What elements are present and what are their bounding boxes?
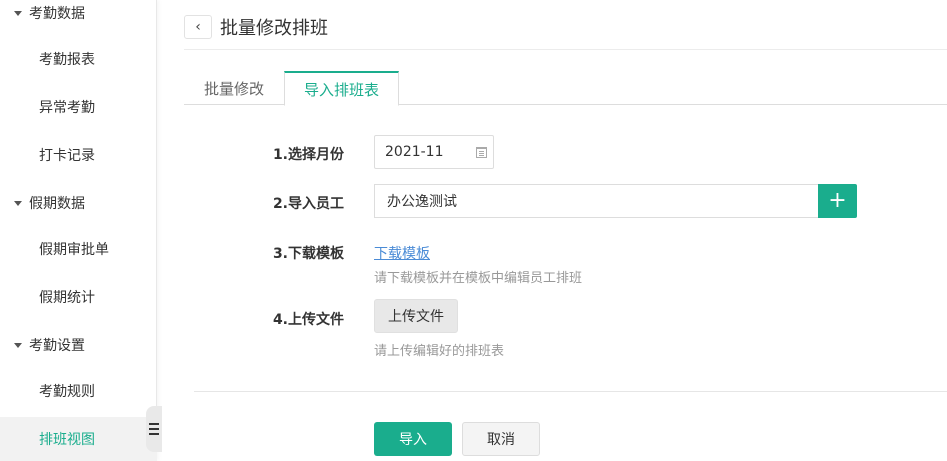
sidebar-item-label: 假期统计 [39, 290, 95, 306]
sidebar-item-attendance-report[interactable]: 考勤报表 [0, 37, 157, 81]
divider [194, 391, 947, 392]
template-label: 3.下载模板 [272, 246, 344, 262]
sidebar-group-holiday-data[interactable]: 假期数据 [0, 181, 157, 225]
tab-bar: 批量修改 导入排班表 [184, 71, 947, 106]
sidebar-item-clock-records[interactable]: 打卡记录 [0, 133, 157, 177]
month-label: 1.选择月份 [272, 147, 344, 163]
page-header: ‹ 批量修改排班 [184, 0, 947, 50]
sidebar-item-label: 打卡记录 [39, 148, 95, 164]
plus-icon: + [828, 188, 847, 213]
employee-field[interactable]: 办公逸测试 [374, 184, 818, 218]
sidebar-group-label: 考勤设置 [29, 338, 85, 354]
sidebar-item-label: 异常考勤 [39, 100, 95, 116]
page-title: 批量修改排班 [220, 18, 328, 39]
sidebar-item-attendance-rules[interactable]: 考勤规则 [0, 369, 157, 413]
chevron-left-icon: ‹ [195, 19, 201, 35]
month-picker[interactable]: 2021-11 [374, 135, 494, 169]
download-template-link[interactable]: 下载模板 [374, 243, 430, 263]
add-employee-button[interactable]: + [818, 184, 857, 218]
employee-value: 办公逸测试 [387, 194, 457, 210]
menu-icon [149, 423, 159, 425]
sidebar-group-label: 假期数据 [29, 196, 85, 212]
sidebar-group-attendance-settings[interactable]: 考勤设置 [0, 323, 157, 367]
caret-down-icon [14, 10, 22, 16]
employee-label: 2.导入员工 [272, 196, 344, 212]
upload-file-button[interactable]: 上传文件 [374, 299, 458, 333]
template-hint: 请下载模板并在模板中编辑员工排班 [374, 271, 583, 286]
back-button[interactable]: ‹ [184, 15, 212, 39]
menu-icon-bar [149, 428, 159, 430]
sidebar-item-abnormal-attendance[interactable]: 异常考勤 [0, 85, 157, 129]
calendar-icon [476, 147, 487, 158]
cancel-button[interactable]: 取消 [462, 422, 540, 456]
sidebar-item-label: 考勤报表 [39, 52, 95, 68]
sidebar-collapse-handle[interactable] [146, 406, 162, 452]
caret-down-icon [14, 342, 22, 348]
sidebar-item-schedule-view[interactable]: 排班视图 [0, 417, 157, 461]
month-value: 2021-11 [385, 144, 444, 160]
import-button[interactable]: 导入 [374, 422, 452, 456]
sidebar: 考勤数据 考勤报表 异常考勤 打卡记录 假期数据 假期审批单 假期统计 考勤设置… [0, 0, 157, 461]
sidebar-item-label: 考勤规则 [39, 384, 95, 400]
tab-import-schedule[interactable]: 导入排班表 [284, 71, 399, 106]
sidebar-group-label: 考勤数据 [29, 6, 85, 22]
sidebar-group-attendance-data[interactable]: 考勤数据 [0, 0, 157, 35]
sidebar-item-leave-statistics[interactable]: 假期统计 [0, 275, 157, 319]
tab-batch-edit[interactable]: 批量修改 [184, 71, 284, 105]
sidebar-item-leave-approvals[interactable]: 假期审批单 [0, 227, 157, 271]
upload-label: 4.上传文件 [272, 312, 344, 328]
caret-down-icon [14, 200, 22, 206]
upload-hint: 请上传编辑好的排班表 [374, 344, 505, 359]
menu-icon-bar [149, 433, 159, 435]
sidebar-item-label: 排班视图 [39, 432, 95, 448]
sidebar-item-label: 假期审批单 [39, 242, 109, 258]
